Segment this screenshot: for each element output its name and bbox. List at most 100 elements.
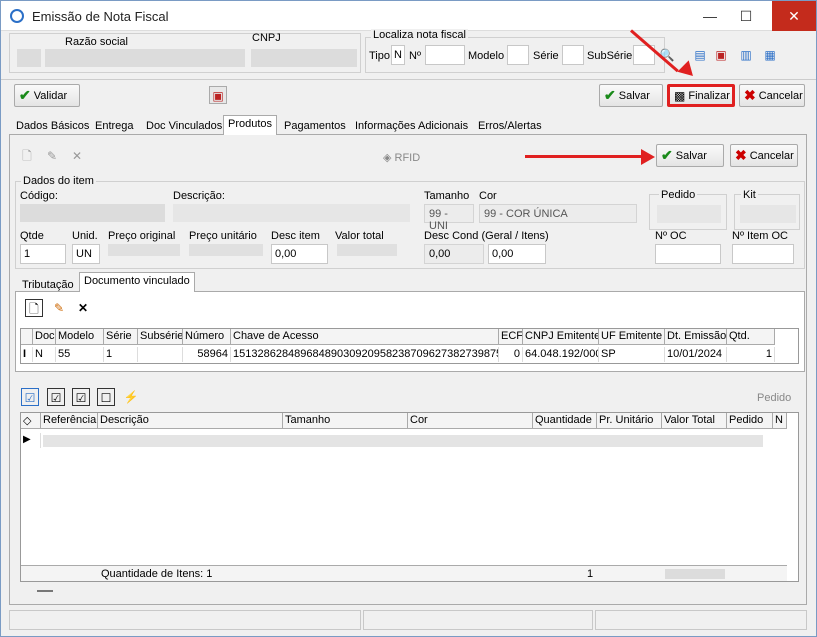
table-cell[interactable]: 0 [499,347,523,362]
numero-label: Nº [409,50,421,62]
serie-field[interactable] [562,45,584,65]
table-cell[interactable]: SP [599,347,665,362]
col-descricao[interactable]: Descrição [98,413,283,429]
lightning-icon[interactable]: ⚡ [122,388,140,406]
new-icon[interactable]: 🗋 [25,299,43,317]
salvar-button[interactable]: ✔ Salvar [599,84,663,107]
modelo-field[interactable] [507,45,529,65]
col-pedido[interactable]: Pedido [727,413,773,429]
tab-dados-basicos[interactable]: Dados Básicos [11,117,94,135]
edit-icon[interactable]: ✎ [43,147,61,165]
pedido-button[interactable]: Pedido [757,392,791,404]
truck-icon[interactable]: ▣ [209,86,227,104]
tamanho-field: 99 - UNI [424,204,474,232]
col-modelo[interactable]: Modelo [56,329,104,345]
valor-total-field [337,244,397,256]
close-button[interactable]: ✕ [772,1,816,31]
check-icon: ✔ [661,147,673,163]
col-tamanho[interactable]: Tamanho [283,413,408,429]
table-cell[interactable]: 1513286284896848903092095823870962738273… [231,347,499,362]
empty-box-icon[interactable]: ☐ [97,388,115,406]
table-cell[interactable] [138,347,183,362]
document-list-icon[interactable]: ▤ [691,46,709,64]
report-icon[interactable]: ▥ [737,46,755,64]
company-lookup-button[interactable] [45,49,65,67]
rfid-label[interactable]: ◈ RFID [383,151,420,164]
doc-vinculado-grid: Doc Modelo Série Subsérie Número Chave d… [20,328,799,364]
col-ecf[interactable]: ECF [499,329,523,345]
unid-field[interactable]: UN [72,244,100,264]
tab-entrega[interactable]: Entrega [90,117,139,135]
col-referencia[interactable]: Referência [41,413,98,429]
col-cnpj-emitente[interactable]: CNPJ Emitente [523,329,599,345]
tab-documento-vinculado[interactable]: Documento vinculado [79,272,195,293]
no-item-oc-label: Nº Item OC [732,230,788,242]
checklist-icon[interactable]: ☑ [47,388,65,406]
table-cell[interactable]: 1 [104,347,138,362]
rfid-text: RFID [394,152,421,164]
tab-erros-alertas[interactable]: Erros/Alertas [473,117,547,135]
table-cell[interactable]: 1 [727,347,775,362]
maximize-button[interactable]: ☐ [729,1,763,31]
tab-pagamentos[interactable]: Pagamentos [279,117,351,135]
no-oc-field[interactable] [655,244,721,264]
descricao-field [173,204,410,222]
col-dt-emissao[interactable]: Dt. Emissão [665,329,727,345]
valor-total-footer [665,569,725,579]
qr-code-icon: ▩ [674,88,686,103]
numero-field[interactable] [425,45,465,65]
codigo-field[interactable] [20,204,165,222]
table-cell[interactable]: 55 [56,347,104,362]
desc-cond-itens-field[interactable]: 0,00 [488,244,546,264]
company-code-field[interactable] [17,49,41,67]
col-chave-acesso[interactable]: Chave de Acesso [231,329,499,345]
col-doc[interactable]: Doc [33,329,56,345]
close-icon: ✖ [735,147,747,163]
finalizar-button[interactable]: ▩ Finalizar [667,84,735,107]
preco-original-field [108,244,180,256]
tipo-field[interactable]: N [391,45,405,65]
col-qtd[interactable]: Qtd. [727,329,775,345]
edit-icon[interactable]: ✎ [50,299,68,317]
preco-original-label: Preço original [108,230,176,242]
col-uf-emitente[interactable]: UF Emitente [599,329,665,345]
checklist-icon[interactable]: ☑ [72,388,90,406]
col-serie[interactable]: Série [104,329,138,345]
splitter-handle[interactable] [37,590,53,592]
new-icon[interactable]: 🗋 [18,147,36,165]
col-quantidade[interactable]: Quantidade [533,413,597,429]
table-cell[interactable]: N [33,347,56,362]
razao-social-label: Razão social [65,36,128,48]
col-subserie[interactable]: Subsérie [138,329,183,345]
qtde-field[interactable]: 1 [20,244,66,264]
col-cor[interactable]: Cor [408,413,533,429]
cancelar-button[interactable]: ✖ Cancelar [739,84,805,107]
item-salvar-button[interactable]: ✔ Salvar [656,144,724,167]
app-icon [10,9,24,23]
delete-icon[interactable]: ✕ [68,147,86,165]
truck-icon[interactable]: ▣ [712,46,730,64]
select-all-icon[interactable]: ☑ [21,388,39,406]
delete-icon[interactable]: ✕ [74,299,92,317]
localiza-label: Localiza nota fiscal [371,29,468,41]
item-cancelar-button[interactable]: ✖ Cancelar [730,144,798,167]
preco-unitario-field[interactable] [189,244,263,256]
no-item-oc-field[interactable] [732,244,794,264]
grid-icon[interactable]: ▦ [761,46,779,64]
table-cell[interactable]: 58964 [183,347,231,362]
col-numero[interactable]: Número [183,329,231,345]
col-valor-total[interactable]: Valor Total [662,413,727,429]
tab-doc-vinculados[interactable]: Doc Vinculados [141,117,227,135]
tab-informacoes-adicionais[interactable]: Informações Adicionais [350,117,473,135]
validar-button[interactable]: ✔ Validar [14,84,80,107]
col-n[interactable]: N [773,413,787,429]
item-cancelar-label: Cancelar [749,149,794,162]
desc-item-field[interactable]: 0,00 [271,244,328,264]
row-indicator-header [21,329,33,345]
minimize-button[interactable]: — [693,1,727,31]
table-cell[interactable]: 64.048.192/000 [523,347,599,362]
table-cell[interactable]: 10/01/2024 [665,347,727,362]
tab-produtos[interactable]: Produtos [223,115,278,136]
table-row[interactable] [43,435,763,447]
col-pr-unitario[interactable]: Pr. Unitário [597,413,662,429]
